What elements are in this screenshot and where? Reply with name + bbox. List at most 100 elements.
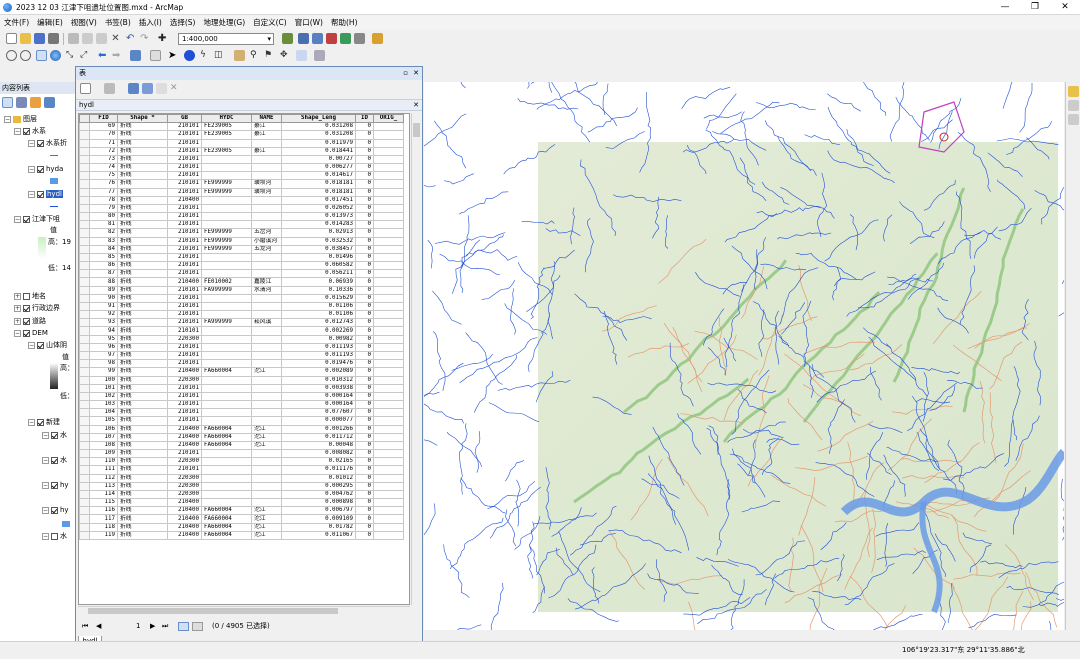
table-row[interactable]: 97 折线 210101 0.011193 0 <box>79 350 404 361</box>
fid-cell[interactable]: 97 <box>89 350 118 361</box>
cut-icon[interactable] <box>68 33 79 44</box>
shape-cell[interactable]: 折线 <box>117 154 168 165</box>
fid-cell[interactable]: 108 <box>89 440 118 451</box>
id-cell[interactable]: 0 <box>355 310 374 320</box>
shape-cell[interactable]: 折线 <box>117 391 168 402</box>
shape-leng-cell[interactable]: 0.006797 <box>281 506 356 516</box>
name-cell[interactable] <box>251 359 282 369</box>
gb-cell[interactable]: 210101 <box>167 179 202 189</box>
fid-cell[interactable]: 95 <box>89 334 118 344</box>
table-row[interactable]: 110 折线 220300 0.02165 0 <box>79 457 404 467</box>
gb-cell[interactable]: 220300 <box>167 457 202 467</box>
fid-cell[interactable]: 85 <box>89 252 118 263</box>
gb-cell[interactable]: 210101 <box>167 138 202 148</box>
table-row[interactable]: 92 折线 210101 0.01106 0 <box>79 310 404 320</box>
delete-selected-icon[interactable]: ✕ <box>170 83 181 94</box>
id-cell[interactable]: 0 <box>355 130 374 140</box>
gb-cell[interactable]: 210101 <box>167 154 202 165</box>
orig-cell[interactable] <box>373 252 404 263</box>
gb-cell[interactable]: 220300 <box>167 334 202 344</box>
attribute-table[interactable]: FID Shape * GB HYDC NAME Shape_Leng ID O… <box>79 114 404 540</box>
table-row[interactable]: 80 折线 210101 0.013973 0 <box>79 212 404 222</box>
gb-cell[interactable]: 210101 <box>167 293 202 303</box>
shape-cell[interactable]: 折线 <box>117 130 168 140</box>
name-cell[interactable] <box>251 310 282 320</box>
shape-leng-cell[interactable]: 0.01782 <box>281 522 356 532</box>
name-cell[interactable] <box>251 293 282 303</box>
fid-cell[interactable]: 83 <box>89 236 118 246</box>
shape-cell[interactable]: 折线 <box>117 244 168 254</box>
shape-cell[interactable]: 折线 <box>117 473 168 483</box>
name-cell[interactable] <box>251 220 282 230</box>
table-row[interactable]: 70 折线 210101 FE239005 綦江 0.031208 0 <box>79 130 404 140</box>
open-folder-icon[interactable] <box>20 33 31 44</box>
orig-cell[interactable] <box>373 481 404 491</box>
gb-cell[interactable]: 210101 <box>167 416 202 426</box>
orig-cell[interactable] <box>373 506 404 516</box>
shape-cell[interactable]: 折线 <box>117 179 168 189</box>
shape-leng-cell[interactable]: 0.056211 <box>281 269 356 279</box>
id-cell[interactable]: 0 <box>355 171 374 181</box>
row-selector[interactable] <box>79 252 90 263</box>
shape-leng-cell[interactable]: 0.002269 <box>281 326 356 336</box>
column-header[interactable]: Shape_Leng <box>281 114 356 124</box>
toc-group-shuixi[interactable]: − 水系 <box>14 126 46 137</box>
shape-leng-cell[interactable]: 0.000898 <box>281 498 356 508</box>
list-by-source-icon[interactable] <box>16 97 27 108</box>
gb-cell[interactable]: 210101 <box>167 350 202 361</box>
fid-cell[interactable]: 107 <box>89 432 118 442</box>
shape-cell[interactable]: 折线 <box>117 457 168 467</box>
layer-checkbox[interactable] <box>23 127 30 135</box>
fid-cell[interactable]: 106 <box>89 424 118 434</box>
name-cell[interactable] <box>251 375 282 385</box>
shape-cell[interactable]: 折线 <box>117 236 168 246</box>
shape-cell[interactable]: 折线 <box>117 310 168 320</box>
shape-cell[interactable]: 折线 <box>117 498 168 508</box>
column-header[interactable]: Shape * <box>117 114 168 124</box>
name-cell[interactable] <box>251 212 282 222</box>
hydc-cell[interactable] <box>201 457 252 467</box>
id-cell[interactable]: 0 <box>355 498 374 508</box>
hydc-cell[interactable] <box>201 154 252 165</box>
fid-cell[interactable]: 79 <box>89 203 118 214</box>
row-selector[interactable] <box>79 138 90 148</box>
row-selector[interactable] <box>79 187 90 197</box>
measure-icon[interactable] <box>234 50 245 61</box>
current-record-field[interactable]: 1 <box>136 619 140 633</box>
gb-cell[interactable]: 220300 <box>167 481 202 491</box>
toc-layer-selected[interactable]: − hydl <box>28 189 63 200</box>
fid-cell[interactable]: 100 <box>89 375 118 385</box>
fid-cell[interactable]: 92 <box>89 310 118 320</box>
row-selector[interactable] <box>79 465 90 475</box>
copy-icon[interactable] <box>82 33 93 44</box>
shape-leng-cell[interactable]: 0.017451 <box>281 195 356 205</box>
hydc-cell[interactable] <box>201 473 252 483</box>
fid-cell[interactable]: 109 <box>89 449 118 459</box>
row-selector[interactable] <box>79 318 90 328</box>
shape-leng-cell[interactable]: 0.031208 <box>281 130 356 140</box>
row-selector[interactable] <box>79 342 90 352</box>
name-cell[interactable] <box>251 342 282 352</box>
table-row[interactable]: 104 折线 210101 0.077607 0 <box>79 408 404 418</box>
row-selector[interactable] <box>79 154 90 165</box>
name-cell[interactable]: 沱江 <box>251 514 282 524</box>
fid-cell[interactable]: 99 <box>89 367 118 377</box>
hydc-cell[interactable] <box>201 220 252 230</box>
orig-cell[interactable] <box>373 163 404 173</box>
table-row[interactable]: 106 折线 210400 FA660004 沱江 0.001266 0 <box>79 424 404 434</box>
id-cell[interactable]: 0 <box>355 252 374 263</box>
toc-group-dem[interactable]: − DEM <box>14 328 48 339</box>
table-row[interactable]: 119 折线 210400 FA660004 沱江 0.011067 0 <box>79 530 404 540</box>
table-vertical-scrollbar[interactable] <box>411 113 421 605</box>
name-cell[interactable] <box>251 400 282 410</box>
id-cell[interactable]: 0 <box>355 408 374 418</box>
id-cell[interactable]: 0 <box>355 203 374 214</box>
table-row[interactable]: 102 折线 210101 0.000164 0 <box>79 391 404 402</box>
gb-cell[interactable]: 210101 <box>167 244 202 254</box>
shape-cell[interactable]: 折线 <box>117 408 168 418</box>
table-row[interactable]: 73 折线 210101 0.00727 0 <box>79 154 404 165</box>
shape-leng-cell[interactable]: 0.014617 <box>281 171 356 181</box>
shape-cell[interactable]: 折线 <box>117 530 168 540</box>
row-selector[interactable] <box>79 514 90 524</box>
row-selector[interactable] <box>79 375 90 385</box>
